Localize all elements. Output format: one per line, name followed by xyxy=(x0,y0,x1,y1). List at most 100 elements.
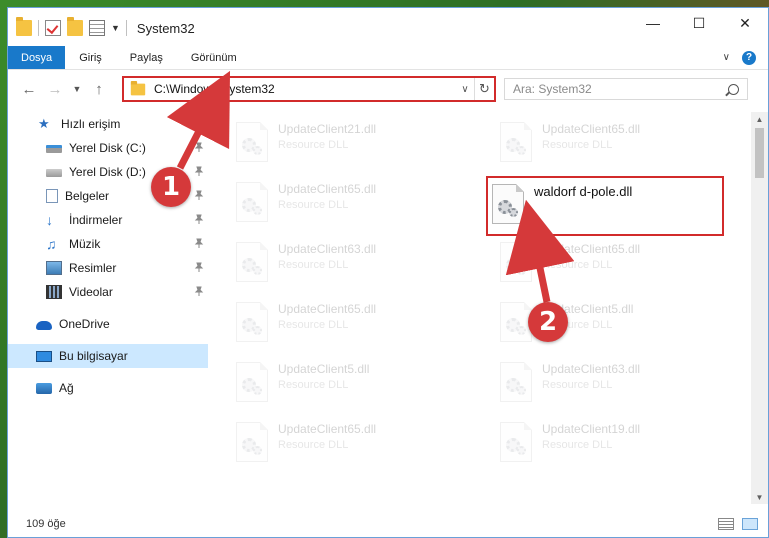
scroll-up-icon[interactable]: ▲ xyxy=(751,112,768,126)
callout-step-1: 1 xyxy=(151,167,191,207)
sidebar-item-label: Yerel Disk (C:) xyxy=(69,141,146,155)
new-folder-icon[interactable] xyxy=(67,17,83,36)
up-button[interactable]: ↑ xyxy=(88,78,110,100)
file-tile[interactable]: UpdateClient5.dll Resource DLL xyxy=(222,356,462,412)
file-name: waldorf d-pole.dll xyxy=(534,184,633,199)
drive-icon xyxy=(46,145,62,153)
quick-access-toolbar: ▼ xyxy=(8,8,127,48)
dll-file-icon xyxy=(236,182,268,222)
folder-icon xyxy=(130,80,146,95)
file-tile[interactable]: UpdateClient63.dll Resource DLL xyxy=(222,236,462,292)
tab-dosya[interactable]: Dosya xyxy=(8,46,66,69)
refresh-icon[interactable]: ↻ xyxy=(474,78,494,100)
sidebar-item-label: Yerel Disk (D:) xyxy=(69,165,146,179)
file-type: Resource DLL xyxy=(542,259,613,271)
chevron-down-icon[interactable]: ∨ xyxy=(456,84,474,95)
file-tile[interactable]: UpdateClient5.dll Resource DLL xyxy=(486,296,726,352)
address-path[interactable]: C:\Windows\System32 xyxy=(154,82,275,96)
tab-paylas[interactable]: Paylaş xyxy=(116,46,177,69)
chevron-down-icon[interactable]: ∨ xyxy=(723,52,730,63)
search-input[interactable]: Ara: System32 xyxy=(504,78,748,100)
dll-file-icon xyxy=(492,184,524,224)
search-placeholder: Ara: System32 xyxy=(513,82,592,96)
forward-button[interactable]: → xyxy=(44,78,66,100)
dll-file-icon xyxy=(500,362,532,402)
dll-file-icon xyxy=(236,422,268,462)
pin-icon xyxy=(194,286,204,296)
dll-file-icon xyxy=(236,122,268,162)
help-icon[interactable]: ? xyxy=(742,50,756,65)
sidebar-item-onedrive[interactable]: OneDrive xyxy=(8,312,208,336)
file-tile[interactable]: UpdateClient65.dll Resource DLL xyxy=(486,116,726,172)
sidebar-item-label: Hızlı erişim xyxy=(61,117,121,131)
address-bar[interactable]: C:\Windows\System32 ∨ ↻ xyxy=(122,76,496,102)
recent-locations-button[interactable]: ▼ xyxy=(70,78,84,100)
sidebar-item-quick-access[interactable]: ★ Hızlı erişim xyxy=(8,112,208,136)
pin-icon xyxy=(194,238,204,248)
status-bar: 109 öğe xyxy=(8,511,768,537)
file-explorer-window: ▼ System32 — ☐ ✕ Dosya Giriş Paylaş Görü… xyxy=(7,7,769,538)
file-name: UpdateClient65.dll xyxy=(542,122,641,136)
search-icon[interactable] xyxy=(728,83,739,95)
folder-icon xyxy=(16,17,32,36)
file-name: UpdateClient19.dll xyxy=(542,422,641,436)
tab-giris[interactable]: Giriş xyxy=(65,46,116,69)
scroll-thumb[interactable] xyxy=(755,128,764,178)
dll-file-icon xyxy=(500,422,532,462)
file-type: Resource DLL xyxy=(278,379,349,391)
sidebar-item-music[interactable]: ♫ Müzik xyxy=(8,232,208,256)
item-count: 109 öğe xyxy=(26,518,66,530)
sidebar-item-local-disk-c[interactable]: Yerel Disk (C:) xyxy=(8,136,208,160)
sidebar-item-label: Belgeler xyxy=(65,189,110,203)
close-button[interactable]: ✕ xyxy=(722,8,768,38)
file-type: Resource DLL xyxy=(278,139,349,151)
sidebar-item-downloads[interactable]: ↓ İndirmeler xyxy=(8,208,208,232)
file-tile[interactable]: UpdateClient65.dll Resource DLL xyxy=(486,236,726,292)
chevron-down-icon[interactable]: ▼ xyxy=(111,23,120,33)
dll-file-icon xyxy=(236,302,268,342)
back-button[interactable]: ← xyxy=(18,78,40,100)
properties-check-icon[interactable] xyxy=(45,20,61,36)
file-type: Resource DLL xyxy=(278,439,349,451)
scroll-down-icon[interactable]: ▼ xyxy=(751,490,768,504)
divider xyxy=(38,20,39,36)
dll-file-icon xyxy=(236,242,268,282)
network-icon xyxy=(36,382,52,394)
sidebar-item-videos[interactable]: Videolar xyxy=(8,280,208,304)
window-controls: — ☐ ✕ xyxy=(630,8,768,38)
divider xyxy=(125,20,127,36)
pin-icon xyxy=(194,262,204,272)
highlighted-file-box: waldorf d-pole.dll xyxy=(486,176,724,236)
file-tile[interactable]: UpdateClient63.dll Resource DLL xyxy=(486,356,726,412)
customize-icon[interactable] xyxy=(89,20,105,36)
documents-icon xyxy=(46,189,58,203)
file-tile-highlighted[interactable]: waldorf d-pole.dll xyxy=(488,178,722,234)
file-tile[interactable]: UpdateClient19.dll Resource DLL xyxy=(486,416,726,472)
details-view-icon[interactable] xyxy=(718,518,734,530)
file-tile[interactable]: UpdateClient65.dll Resource DLL xyxy=(222,176,462,232)
vertical-scrollbar[interactable]: ▲ ▼ xyxy=(751,112,768,504)
maximize-button[interactable]: ☐ xyxy=(676,8,722,38)
file-list: UpdateClient21.dll Resource DLL UpdateCli… xyxy=(222,112,742,502)
sidebar-item-this-pc[interactable]: Bu bilgisayar xyxy=(8,344,208,368)
tab-gorunum[interactable]: Görünüm xyxy=(177,46,251,69)
pin-icon xyxy=(194,166,204,176)
file-name: UpdateClient65.dll xyxy=(542,242,641,256)
star-icon: ★ xyxy=(38,116,50,131)
file-type: Resource DLL xyxy=(542,439,613,451)
sidebar-item-label: Müzik xyxy=(69,237,101,251)
pin-icon xyxy=(194,214,204,224)
minimize-button[interactable]: — xyxy=(630,8,676,38)
file-tile[interactable]: UpdateClient65.dll Resource DLL xyxy=(222,416,462,472)
sidebar-item-pictures[interactable]: Resimler xyxy=(8,256,208,280)
file-tile[interactable]: UpdateClient65.dll Resource DLL xyxy=(222,296,462,352)
tiles-view-icon[interactable] xyxy=(742,518,758,530)
file-tile[interactable]: UpdateClient21.dll Resource DLL xyxy=(222,116,462,172)
sidebar-item-label: Bu bilgisayar xyxy=(59,349,128,363)
music-icon: ♫ xyxy=(46,236,57,252)
file-name: UpdateClient65.dll xyxy=(278,422,377,436)
sidebar-item-label: Ağ xyxy=(59,381,74,395)
sidebar-item-network[interactable]: Ağ xyxy=(8,376,208,400)
